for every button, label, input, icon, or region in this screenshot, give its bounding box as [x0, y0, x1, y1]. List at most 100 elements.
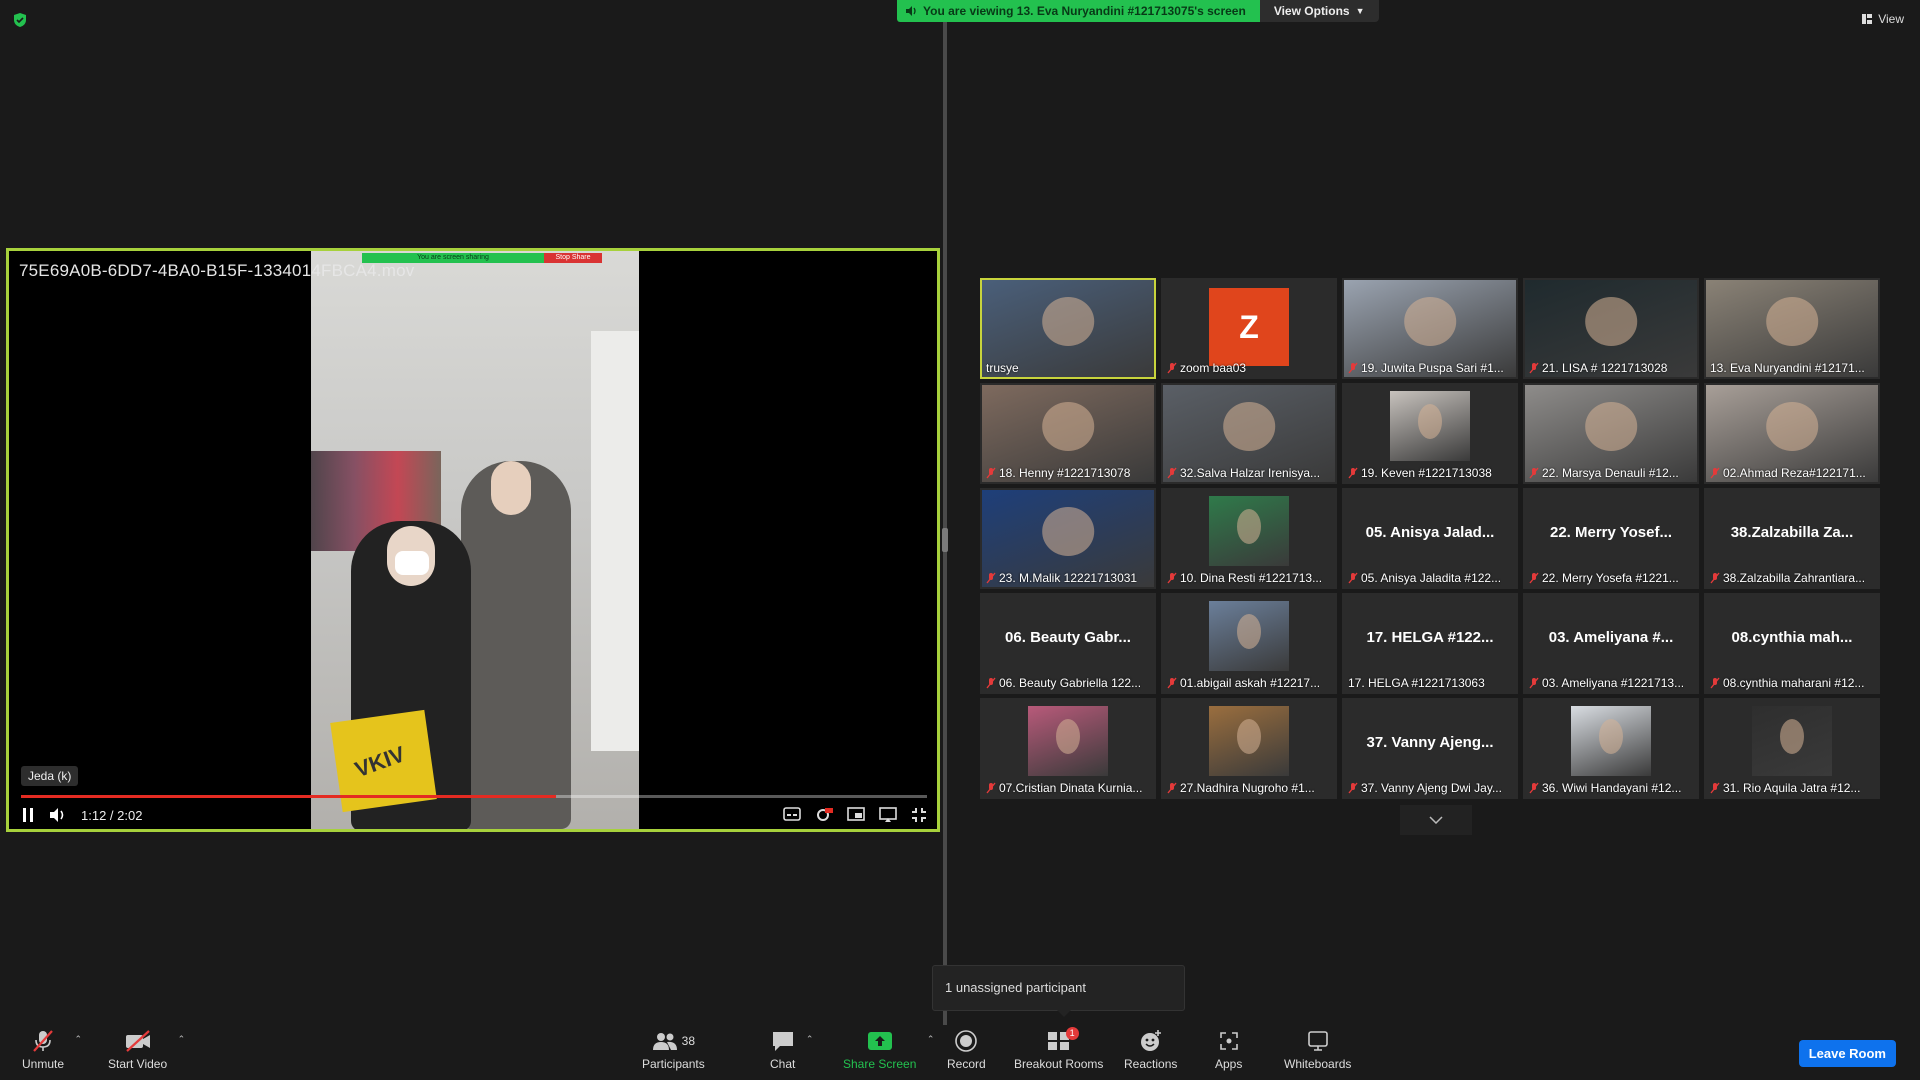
- apps-label: Apps: [1215, 1057, 1243, 1071]
- participant-tile[interactable]: 18. Henny #1221713078: [980, 383, 1156, 484]
- participant-tile[interactable]: 01.abigail askah #12217...: [1161, 593, 1337, 694]
- breakout-badge: 1: [1065, 1027, 1079, 1040]
- participant-tile[interactable]: 31. Rio Aquila Jatra #12...: [1704, 698, 1880, 799]
- view-button[interactable]: View: [1861, 12, 1904, 26]
- participant-tile[interactable]: 23. M.Malik 12221713031: [980, 488, 1156, 589]
- unassigned-participant-popover[interactable]: 1 unassigned participant: [932, 965, 1185, 1017]
- volume-icon[interactable]: [49, 807, 67, 823]
- exit-fullscreen-icon[interactable]: [911, 807, 927, 823]
- reactions-label: Reactions: [1124, 1057, 1178, 1071]
- participant-name: 01.abigail askah #12217...: [1180, 676, 1321, 690]
- shared-screen-view[interactable]: VKIV You are screen sharing Stop Share 7…: [6, 248, 940, 832]
- participant-tile[interactable]: 08.cynthia mah... 08.cynthia maharani #12…: [1704, 593, 1880, 694]
- record-label: Record: [947, 1057, 986, 1071]
- video-off-icon: [125, 1030, 150, 1052]
- security-shield-icon[interactable]: [12, 12, 28, 28]
- person-figure: [461, 461, 571, 829]
- participant-tile[interactable]: 36. Wiwi Handayani #12...: [1523, 698, 1699, 799]
- participants-button[interactable]: 38 Participants: [642, 1029, 705, 1071]
- participant-tile[interactable]: 17. HELGA #122... 17. HELGA #1221713063: [1342, 593, 1518, 694]
- participant-tile[interactable]: trusye: [980, 278, 1156, 379]
- participant-video: [1209, 496, 1289, 566]
- participant-name: zoom baa03: [1180, 361, 1247, 375]
- participant-face: [1585, 402, 1637, 451]
- viewing-banner: You are viewing 13. Eva Nuryandini #1217…: [897, 0, 1260, 22]
- split-divider[interactable]: [943, 22, 947, 1025]
- gallery-next-page-button[interactable]: [1400, 805, 1472, 835]
- whiteboards-label: Whiteboards: [1284, 1057, 1352, 1071]
- participant-name: 31. Rio Aquila Jatra #12...: [1723, 781, 1861, 795]
- progress-fill: [21, 795, 556, 798]
- participant-name: 22. Merry Yosefa #1221...: [1542, 571, 1679, 585]
- caret-up-icon[interactable]: ⌃: [806, 1034, 814, 1045]
- participant-name-label: 06. Beauty Gabriella 122...: [986, 676, 1141, 690]
- participant-tile[interactable]: 22. Merry Yosef... 22. Merry Yosefa #1221…: [1523, 488, 1699, 589]
- mic-muted-icon: [1167, 362, 1177, 374]
- mic-muted-icon: [986, 782, 996, 794]
- view-options-button[interactable]: View Options ▼: [1259, 0, 1379, 22]
- participant-name-label: 32.Salva Halzar Irenisya...: [1167, 466, 1320, 480]
- miniplayer-icon[interactable]: [847, 807, 865, 821]
- participant-tile[interactable]: 19. Keven #1221713038: [1342, 383, 1518, 484]
- participant-display-name: 06. Beauty Gabr...: [1005, 629, 1131, 646]
- divider-drag-handle[interactable]: [942, 528, 948, 552]
- participant-tile[interactable]: 06. Beauty Gabr... 06. Beauty Gabriella 1…: [980, 593, 1156, 694]
- participant-tile[interactable]: 13. Eva Nuryandini #12171...: [1704, 278, 1880, 379]
- participant-tile[interactable]: 37. Vanny Ajeng... 37. Vanny Ajeng Dwi Ja…: [1342, 698, 1518, 799]
- mic-muted-icon: [33, 1030, 53, 1052]
- participant-tile[interactable]: 03. Ameliyana #... 03. Ameliyana #1221713…: [1523, 593, 1699, 694]
- participant-video: [1571, 706, 1651, 776]
- cast-icon[interactable]: [879, 807, 897, 823]
- participant-face: [1237, 613, 1261, 649]
- participant-tile[interactable]: 05. Anisya Jalad... 05. Anisya Jaladita #…: [1342, 488, 1518, 589]
- mini-stop-share: Stop Share: [544, 253, 602, 263]
- leave-room-button[interactable]: Leave Room: [1798, 1040, 1896, 1067]
- reactions-button[interactable]: Reactions: [1124, 1029, 1177, 1071]
- participant-tile[interactable]: 32.Salva Halzar Irenisya...: [1161, 383, 1337, 484]
- person-face: [491, 461, 531, 515]
- participant-name-label: 07.Cristian Dinata Kurnia...: [986, 781, 1142, 795]
- subtitles-icon[interactable]: [783, 807, 801, 821]
- video-controls: 1:12 / 2:02: [21, 804, 927, 826]
- start-video-label: Start Video: [108, 1057, 168, 1071]
- caret-up-icon[interactable]: ⌃: [927, 1034, 935, 1045]
- apps-button[interactable]: Apps: [1215, 1029, 1242, 1071]
- caret-up-icon[interactable]: ⌃: [74, 1034, 82, 1045]
- participant-tile[interactable]: 19. Juwita Puspa Sari #1...: [1342, 278, 1518, 379]
- caret-up-icon[interactable]: ⌃: [178, 1034, 186, 1045]
- chat-button[interactable]: Chat ⌃: [770, 1029, 813, 1071]
- settings-hd-icon[interactable]: [815, 807, 833, 823]
- zoom-meeting-window: You are viewing 13. Eva Nuryandini #1217…: [0, 0, 1920, 1080]
- participant-tile[interactable]: 21. LISA # 1221713028: [1523, 278, 1699, 379]
- share-screen-button[interactable]: Share Screen ⌃: [843, 1029, 934, 1071]
- video-progress-bar[interactable]: [21, 795, 927, 798]
- participant-name-label: 05. Anisya Jaladita #122...: [1348, 571, 1501, 585]
- whiteboards-button[interactable]: Whiteboards: [1284, 1029, 1351, 1071]
- participant-name-label: 03. Ameliyana #1221713...: [1529, 676, 1684, 690]
- participant-tile[interactable]: 07.Cristian Dinata Kurnia...: [980, 698, 1156, 799]
- breakout-rooms-button[interactable]: 1 Breakout Rooms: [1014, 1027, 1103, 1071]
- participant-display-name: 17. HELGA #122...: [1366, 629, 1494, 646]
- participant-name: 17. HELGA #1221713063: [1348, 676, 1485, 690]
- participant-name-label: 18. Henny #1221713078: [986, 466, 1130, 480]
- participant-name: 22. Marsya Denauli #12...: [1542, 466, 1679, 480]
- participant-name: 19. Keven #1221713038: [1361, 466, 1492, 480]
- participant-tile[interactable]: 38.Zalzabilla Za... 38.Zalzabilla Zahrant…: [1704, 488, 1880, 589]
- view-label: View: [1878, 12, 1904, 26]
- start-video-button[interactable]: Start Video ⌃: [108, 1029, 185, 1071]
- participant-name: 06. Beauty Gabriella 122...: [999, 676, 1142, 690]
- mic-muted-icon: [1167, 572, 1177, 584]
- unmute-button[interactable]: Unmute ⌃: [22, 1029, 82, 1071]
- meeting-toolbar: Unmute ⌃ Start Video ⌃ 38 Participants C…: [0, 1025, 1920, 1080]
- participant-tile[interactable]: 10. Dina Resti #1221713...: [1161, 488, 1337, 589]
- participant-tile[interactable]: 22. Marsya Denauli #12...: [1523, 383, 1699, 484]
- participant-name: 18. Henny #1221713078: [999, 466, 1131, 480]
- bag-text: VKIV: [351, 741, 409, 783]
- participant-name: 10. Dina Resti #1221713...: [1180, 571, 1323, 585]
- participant-tile[interactable]: Zzoom baa03: [1161, 278, 1337, 379]
- participant-tile[interactable]: 27.Nadhira Nugroho #1...: [1161, 698, 1337, 799]
- participant-tile[interactable]: 02.Ahmad Reza#122171...: [1704, 383, 1880, 484]
- pause-icon[interactable]: [21, 807, 35, 823]
- record-button[interactable]: Record: [947, 1029, 986, 1071]
- chevron-down-icon: [1429, 816, 1443, 824]
